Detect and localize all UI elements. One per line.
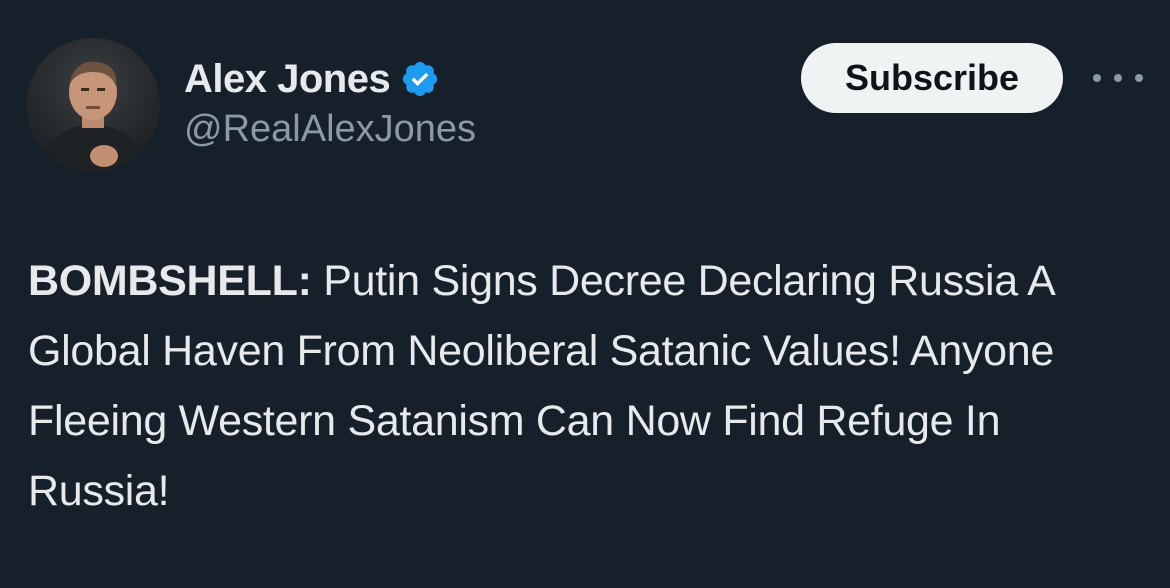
verified-badge-icon xyxy=(403,61,438,97)
author-handle[interactable]: @RealAlexJones xyxy=(184,108,476,151)
subscribe-button[interactable]: Subscribe xyxy=(801,43,1063,113)
more-dot xyxy=(1135,74,1143,82)
tweet-text-lead: BOMBSHELL: xyxy=(28,257,312,305)
more-options-icon[interactable] xyxy=(1093,64,1143,92)
avatar-photo-icon xyxy=(26,38,160,172)
author-name-row: Alex Jones xyxy=(184,54,440,104)
tweet-text: BOMBSHELL: Putin Signs Decree Declaring … xyxy=(28,246,1138,526)
more-dot xyxy=(1093,74,1101,82)
author-display-name[interactable]: Alex Jones xyxy=(184,57,391,102)
tweet-card: Alex Jones @RealAlexJones Subscribe BOMB… xyxy=(0,0,1170,588)
more-dot xyxy=(1114,74,1122,82)
author-avatar[interactable] xyxy=(26,38,160,172)
